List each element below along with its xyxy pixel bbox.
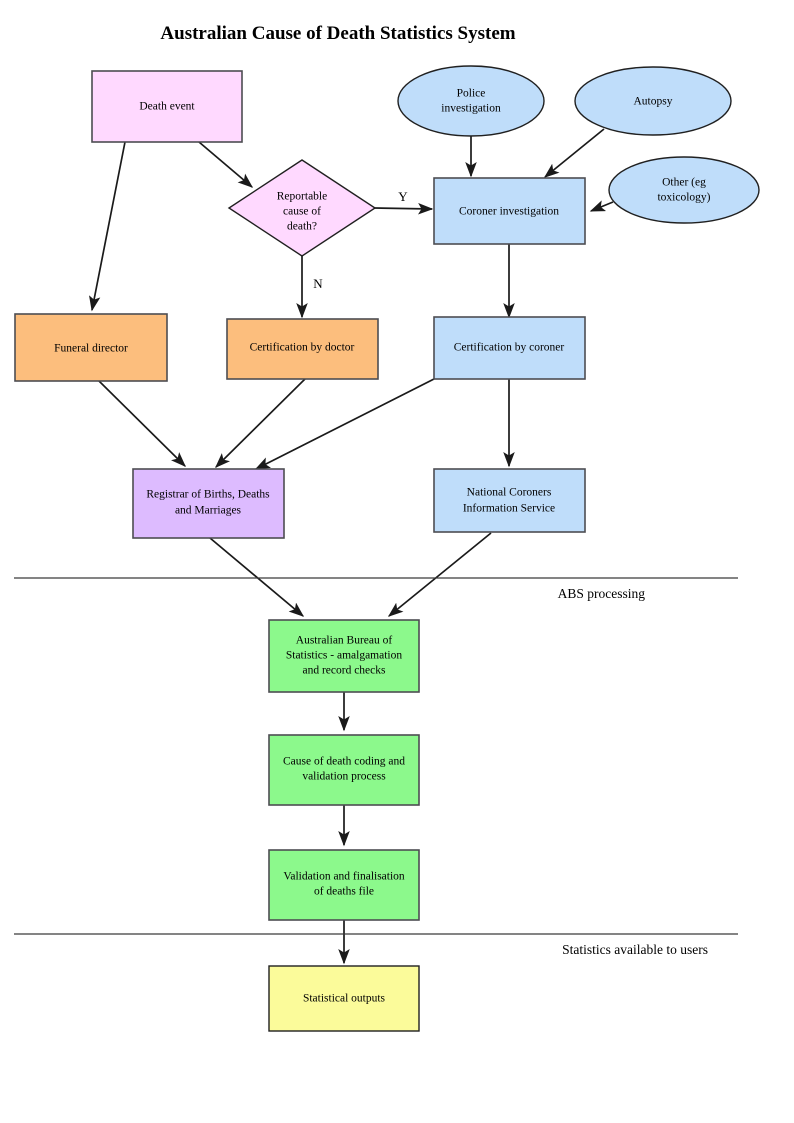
node-certification-by-doctor-label: Certification by doctor [250,342,355,354]
edge-autopsy-to-coroner [543,128,605,178]
node-ncis-shape [433,468,586,533]
node-validation-label-line-1: Validation and finalisation [283,871,405,883]
edge-label-no: N [313,276,323,291]
node-autopsy[interactable]: Autopsy [574,66,732,136]
edge-death-to-reportable [198,141,254,188]
edge-other-to-coroner [589,200,614,212]
node-other-toxicology-label-line-1: Other (eg [662,177,706,189]
edge-registrar-to-abs [209,537,305,617]
node-validation[interactable]: Validation and finalisation of deaths fi… [268,849,420,921]
node-registrar-label-line-2: and Marriages [175,505,242,517]
node-certification-by-coroner[interactable]: Certification by coroner [433,316,586,380]
node-funeral-director[interactable]: Funeral director [14,313,168,382]
edge-certcoroner-to-registrar [254,378,435,470]
node-reportable-cause-label-line-1: Reportable [277,191,327,203]
node-police-investigation-label-line-1: Police [457,88,486,100]
edge-reportable-to-coroner [373,202,434,215]
node-ncis-label-line-2: Information Service [463,503,555,515]
node-ncis[interactable]: National Coroners Information Service [433,468,586,533]
node-abs[interactable]: Australian Bureau of Statistics - amalga… [268,619,420,693]
node-reportable-cause-label-line-2: cause of [283,206,321,218]
node-certification-by-doctor[interactable]: Certification by doctor [226,318,379,380]
flowchart-diagram: Australian Cause of Death Statistics Sys… [0,0,794,1123]
edge-certdoctor-to-registrar [215,378,306,468]
node-coroner-investigation-label: Coroner investigation [459,206,559,218]
node-coding-label-line-2: validation process [302,771,386,783]
edge-death-to-funeral [89,141,126,312]
node-registrar-label-line-1: Registrar of Births, Deaths [146,489,270,501]
node-police-investigation-label-line-2: investigation [441,103,501,115]
diagram-title: Australian Cause of Death Statistics Sys… [160,23,515,44]
node-statistical-outputs-label: Statistical outputs [303,993,386,1005]
band-label-abs-processing: ABS processing [558,586,646,601]
edge-funeral-to-registrar [98,380,186,467]
node-validation-label-line-2: of deaths file [314,886,374,898]
node-death-event[interactable]: Death event [91,70,243,143]
node-police-investigation[interactable]: Police investigation [397,65,545,137]
node-coding[interactable]: Cause of death coding and validation pro… [268,734,420,806]
edge-label-yes: Y [398,189,408,204]
node-autopsy-label: Autopsy [634,96,673,108]
node-death-event-label: Death event [139,101,195,113]
node-coding-label-line-1: Cause of death coding and [283,756,405,768]
node-registrar-shape [132,468,285,539]
node-funeral-director-label: Funeral director [54,343,128,355]
node-other-toxicology-label-line-2: toxicology) [657,192,710,204]
node-reportable-cause-label-line-3: death? [287,221,317,233]
edge-ncis-to-abs [387,532,492,617]
node-registrar[interactable]: Registrar of Births, Deaths and Marriage… [132,468,285,539]
node-reportable-cause[interactable]: Reportable cause of death? [227,159,377,257]
node-coroner-investigation[interactable]: Coroner investigation [433,177,586,245]
node-abs-label-line-3: and record checks [302,665,386,677]
node-other-toxicology-shape [608,156,760,224]
node-statistical-outputs[interactable]: Statistical outputs [268,965,420,1032]
band-label-statistics-available: Statistics available to users [562,942,708,957]
node-police-investigation-shape [397,65,545,137]
edges-layer [89,128,614,965]
node-ncis-label-line-1: National Coroners [467,487,552,499]
node-abs-label-line-1: Australian Bureau of [296,635,393,647]
node-abs-label-line-2: Statistics - amalgamation [286,650,403,662]
node-certification-by-coroner-label: Certification by coroner [454,342,565,354]
node-other-toxicology[interactable]: Other (eg toxicology) [608,156,760,224]
